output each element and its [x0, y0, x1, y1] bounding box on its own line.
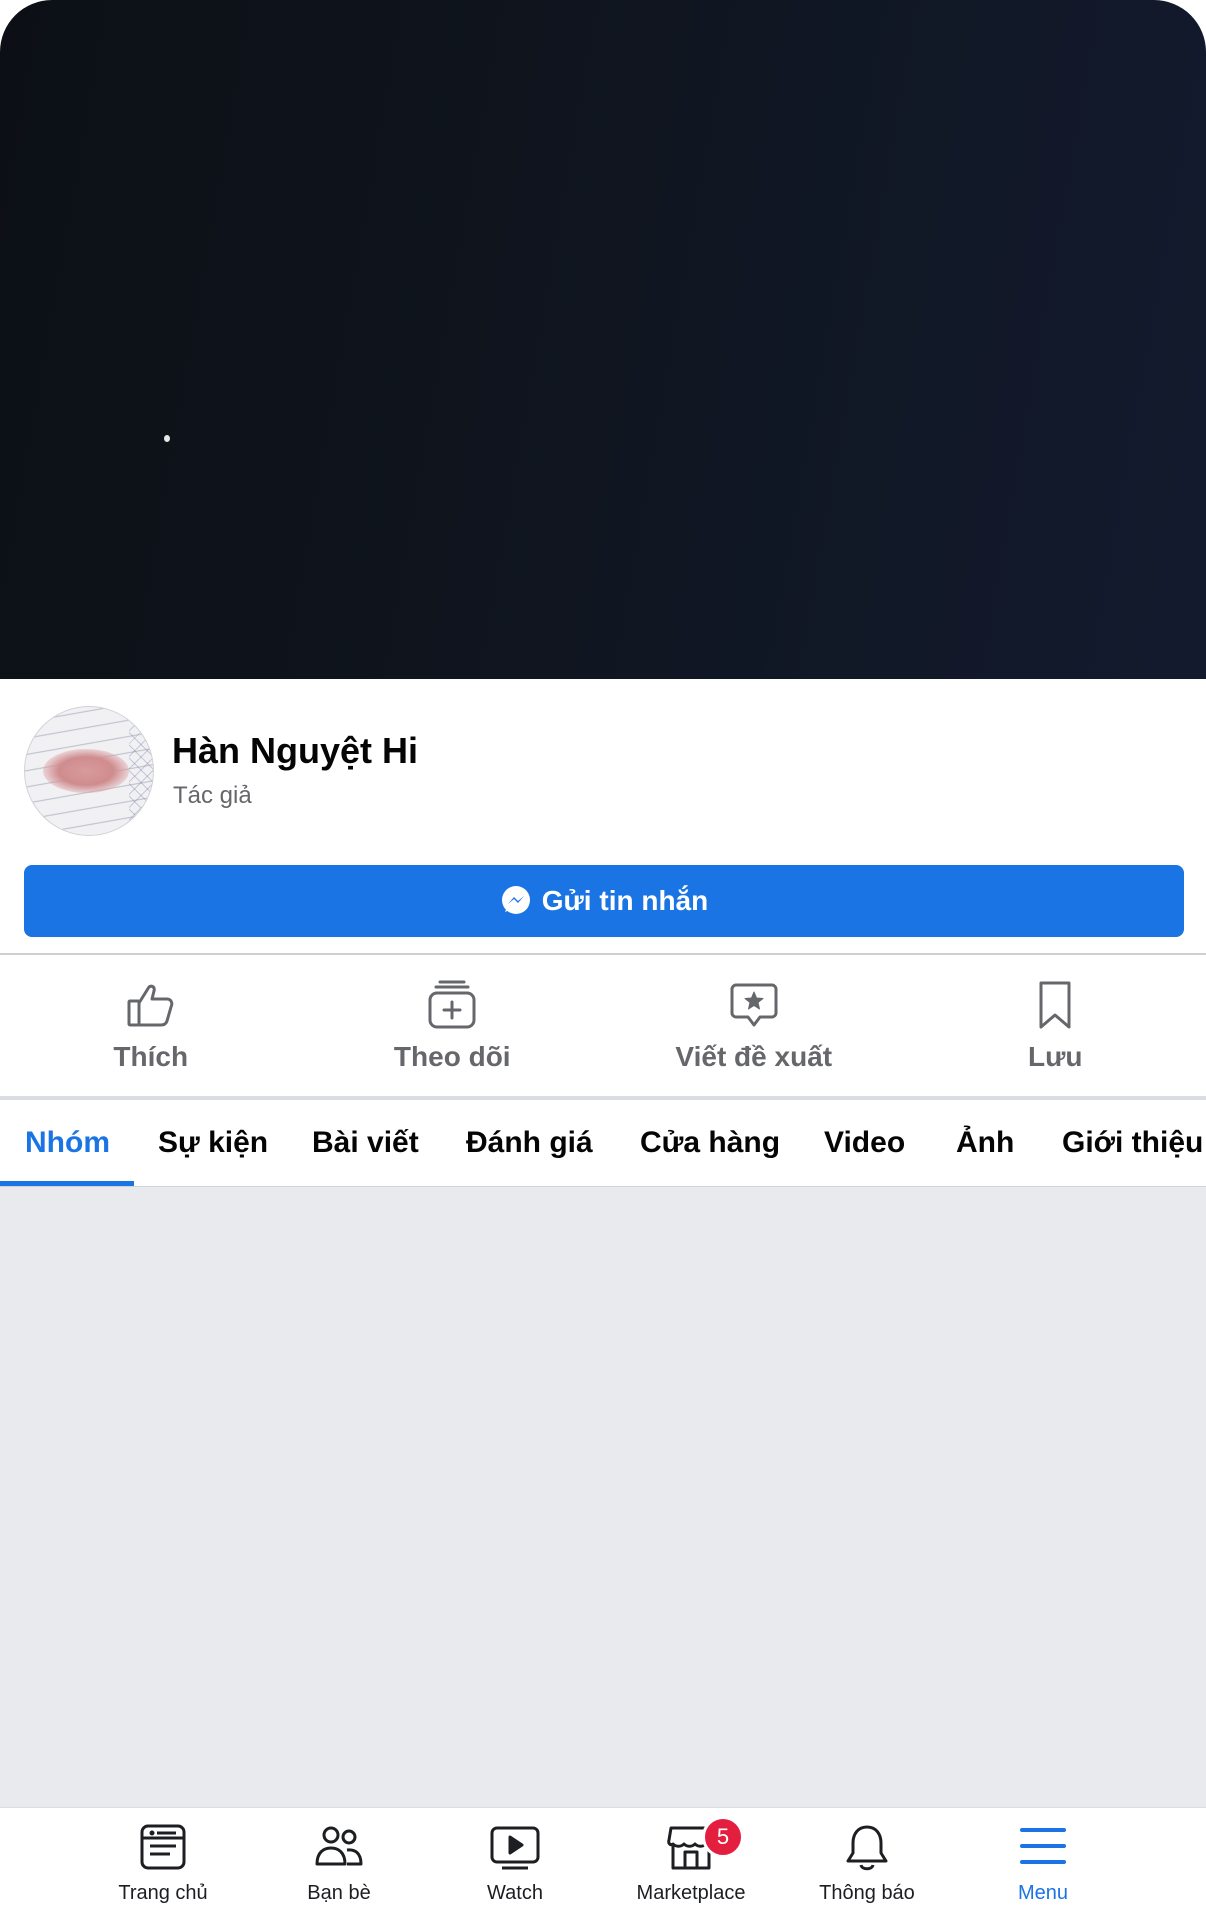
tab-about[interactable]: Giới thiệu	[1062, 1100, 1203, 1186]
bell-icon	[844, 1824, 890, 1872]
tab-events[interactable]: Sự kiện	[158, 1100, 268, 1186]
nav-notifications-label: Thông báo	[779, 1882, 955, 1905]
tab-content-area	[0, 1187, 1206, 1807]
menu-icon	[1020, 1824, 1066, 1868]
page-tabs: Nhóm Sự kiện Bài viết Đánh giá Cửa hàng …	[0, 1100, 1206, 1186]
save-label: Lưu	[905, 1041, 1206, 1073]
tab-videos[interactable]: Video	[824, 1100, 905, 1186]
like-button[interactable]: Thích	[0, 955, 302, 1097]
friends-icon	[314, 1824, 364, 1870]
follow-icon	[426, 979, 478, 1031]
nav-friends-label: Bạn bè	[251, 1882, 427, 1905]
save-button[interactable]: Lưu	[905, 955, 1206, 1097]
home-icon	[140, 1824, 186, 1870]
cover-light-dot	[164, 435, 170, 442]
tab-reviews[interactable]: Đánh giá	[466, 1100, 593, 1186]
avatar[interactable]	[24, 706, 154, 836]
nav-menu[interactable]: Menu	[955, 1808, 1131, 1909]
page-title[interactable]: Hàn Nguyệt Hi	[172, 730, 418, 772]
watch-icon	[490, 1824, 540, 1870]
marketplace-badge: 5	[702, 1816, 744, 1858]
page-category: Tác giả	[173, 782, 252, 810]
bottom-navigation: Trang chủ Bạn bè Watch 5 Marketplace	[0, 1807, 1206, 1909]
nav-watch-label: Watch	[427, 1882, 603, 1905]
like-label: Thích	[0, 1041, 302, 1073]
profile-header: Hàn Nguyệt Hi Tác giả	[24, 706, 1184, 834]
nav-menu-label: Menu	[955, 1882, 1131, 1905]
tab-posts[interactable]: Bài viết	[312, 1100, 419, 1186]
recommend-button[interactable]: Viết đề xuất	[603, 955, 905, 1097]
nav-home[interactable]: Trang chủ	[75, 1808, 251, 1909]
nav-friends[interactable]: Bạn bè	[251, 1808, 427, 1909]
nav-marketplace-label: Marketplace	[603, 1882, 779, 1905]
bookmark-icon	[1029, 979, 1081, 1031]
tab-shop[interactable]: Cửa hàng	[640, 1100, 780, 1186]
recommend-icon	[728, 979, 780, 1031]
messenger-icon	[500, 885, 532, 917]
follow-button[interactable]: Theo dõi	[302, 955, 604, 1097]
nav-home-label: Trang chủ	[75, 1882, 251, 1905]
follow-label: Theo dõi	[302, 1041, 604, 1073]
cover-photo[interactable]	[0, 0, 1206, 679]
nav-watch[interactable]: Watch	[427, 1808, 603, 1909]
like-icon	[125, 979, 177, 1031]
page-actions: Thích Theo dõi Viết đề xuất Lưu	[0, 955, 1206, 1097]
send-message-label: Gửi tin nhắn	[542, 885, 708, 917]
tab-photos[interactable]: Ảnh	[956, 1100, 1014, 1186]
recommend-label: Viết đề xuất	[603, 1041, 905, 1073]
send-message-button[interactable]: Gửi tin nhắn	[24, 865, 1184, 937]
nav-notifications[interactable]: Thông báo	[779, 1808, 955, 1909]
nav-marketplace[interactable]: 5 Marketplace	[603, 1808, 779, 1909]
tab-groups[interactable]: Nhóm	[25, 1100, 110, 1186]
